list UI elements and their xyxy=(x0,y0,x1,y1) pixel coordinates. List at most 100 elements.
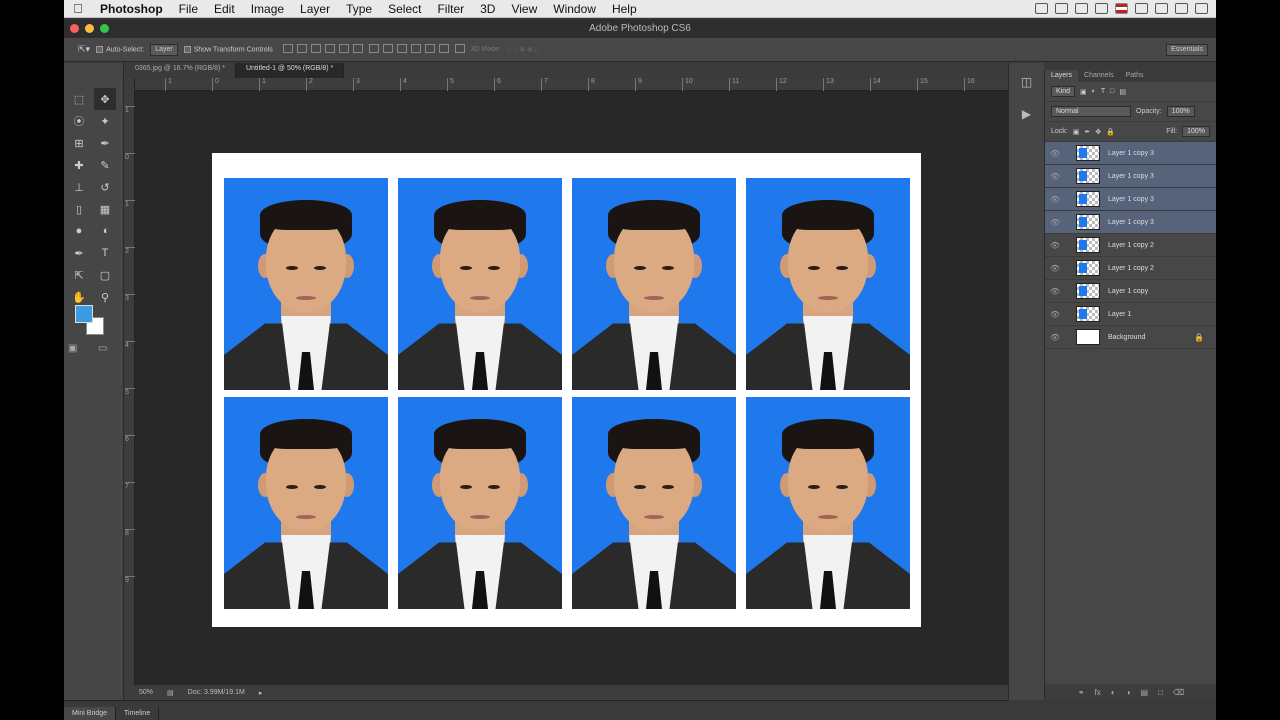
align-left-icon[interactable] xyxy=(324,44,335,53)
tab-timeline[interactable]: Timeline xyxy=(116,707,160,720)
magic-wand-icon[interactable]: ✦ xyxy=(94,110,116,132)
layer-row[interactable]: 👁 Layer 1 copy 3 xyxy=(1045,165,1216,188)
lock-pixels-icon[interactable]: ▣ xyxy=(1073,128,1080,136)
screen-record-icon[interactable] xyxy=(1035,3,1048,14)
distribute-left-icon[interactable] xyxy=(410,44,421,53)
add-mask-icon[interactable]: ◐ xyxy=(1111,688,1116,697)
filter-type-icon[interactable]: T xyxy=(1101,88,1105,95)
filter-shape-icon[interactable]: □ xyxy=(1110,88,1114,95)
align-vcenter-icon[interactable] xyxy=(296,44,307,53)
canvas[interactable] xyxy=(212,153,921,627)
list-icon[interactable] xyxy=(1195,3,1208,14)
menu-layer[interactable]: Layer xyxy=(292,2,338,16)
tab-layers[interactable]: Layers xyxy=(1045,70,1079,82)
tab-untitled-1[interactable]: Untitled-1 @ 50% (RGB/8) * xyxy=(236,63,345,78)
export-icon[interactable]: ▤ xyxy=(167,689,174,697)
dodge-tool-icon[interactable]: ◖ xyxy=(94,220,116,242)
menu-file[interactable]: File xyxy=(171,2,206,16)
auto-select-dropdown[interactable]: Layer xyxy=(150,43,178,56)
zoom-level[interactable]: 50% xyxy=(139,689,153,696)
eye-icon[interactable]: 👁 xyxy=(1048,241,1062,250)
eye-icon[interactable]: 👁 xyxy=(1048,287,1062,296)
distribute-right-icon[interactable] xyxy=(438,44,449,53)
auto-align-icon[interactable] xyxy=(454,44,465,53)
gradient-tool-icon[interactable]: ▦ xyxy=(94,198,116,220)
filter-smart-icon[interactable]: ▤ xyxy=(1119,88,1126,96)
filter-kind-dropdown[interactable]: Kind xyxy=(1051,86,1076,97)
menu-type[interactable]: Type xyxy=(338,2,380,16)
layer-row[interactable]: 👁 Background 🔒 xyxy=(1045,326,1216,349)
menu-image[interactable]: Image xyxy=(243,2,292,16)
path-selection-icon[interactable]: ⇱ xyxy=(68,264,90,286)
distribute-bottom-icon[interactable] xyxy=(396,44,407,53)
distribute-vcenter-icon[interactable] xyxy=(382,44,393,53)
layer-row[interactable]: 👁 Layer 1 copy 2 xyxy=(1045,234,1216,257)
lock-all-icon[interactable]: 🔒 xyxy=(1106,128,1115,136)
user-icon[interactable] xyxy=(1135,3,1148,14)
search-icon[interactable] xyxy=(1175,3,1188,14)
align-hcenter-icon[interactable] xyxy=(338,44,349,53)
filter-pixel-icon[interactable]: ▣ xyxy=(1080,88,1087,96)
lock-position-icon[interactable]: ✥ xyxy=(1095,128,1101,136)
clock-icon[interactable] xyxy=(1155,3,1168,14)
auto-select-checkbox[interactable]: Auto-Select: xyxy=(96,45,144,53)
distribute-hcenter-icon[interactable] xyxy=(424,44,435,53)
fill-input[interactable]: 100% xyxy=(1182,126,1210,137)
filter-adjust-icon[interactable]: ◐ xyxy=(1092,88,1096,95)
menu-3d[interactable]: 3D xyxy=(472,2,503,16)
rectangle-tool-icon[interactable]: ▢ xyxy=(94,264,116,286)
blend-mode-dropdown[interactable]: Normal xyxy=(1051,106,1131,117)
clone-stamp-icon[interactable]: ⊥ xyxy=(68,176,90,198)
pen-tool-icon[interactable]: ✒ xyxy=(68,242,90,264)
layer-row[interactable]: 👁 Layer 1 copy 2 xyxy=(1045,257,1216,280)
distribute-top-icon[interactable] xyxy=(368,44,379,53)
tab-channels[interactable]: Channels xyxy=(1078,70,1120,82)
eye-icon[interactable]: 👁 xyxy=(1048,333,1062,342)
new-group-icon[interactable]: ▤ xyxy=(1140,688,1148,697)
menu-app[interactable]: Photoshop xyxy=(92,2,171,16)
menu-filter[interactable]: Filter xyxy=(429,2,472,16)
menu-view[interactable]: View xyxy=(503,2,545,16)
status-menu-arrow-icon[interactable]: ▸ xyxy=(259,689,263,697)
layer-style-icon[interactable]: fx xyxy=(1095,688,1101,697)
blur-tool-icon[interactable]: ● xyxy=(68,220,90,242)
history-icon[interactable]: ◫ xyxy=(1015,75,1039,95)
screen-mode-icon[interactable]: ▭ xyxy=(98,343,107,354)
layer-row[interactable]: 👁 Layer 1 copy 3 xyxy=(1045,142,1216,165)
flag-icon[interactable] xyxy=(1115,3,1128,14)
layer-row[interactable]: 👁 Layer 1 copy 3 xyxy=(1045,188,1216,211)
layer-row[interactable]: 👁 Layer 1 copy xyxy=(1045,280,1216,303)
layer-row[interactable]: 👁 Layer 1 copy 3 xyxy=(1045,211,1216,234)
battery-icon[interactable] xyxy=(1055,3,1068,14)
type-tool-icon[interactable]: T xyxy=(94,242,116,264)
foreground-color-swatch[interactable] xyxy=(75,305,93,323)
align-right-icon[interactable] xyxy=(352,44,363,53)
adjustment-layer-icon[interactable]: ◑ xyxy=(1126,688,1131,697)
eye-icon[interactable]: 👁 xyxy=(1048,149,1062,158)
align-bottom-icon[interactable] xyxy=(310,44,321,53)
quick-mask-icon[interactable]: ▣ xyxy=(68,343,77,354)
healing-brush-icon[interactable]: ✚ xyxy=(68,154,90,176)
zoom-tool-icon[interactable]: ⚲ xyxy=(94,286,116,308)
lock-brush-icon[interactable]: ✒ xyxy=(1084,128,1090,136)
menu-window[interactable]: Window xyxy=(545,2,604,16)
play-actions-icon[interactable]: ▶ xyxy=(1015,107,1039,127)
lasso-tool-icon[interactable]: ⦿ xyxy=(68,110,90,132)
menu-select[interactable]: Select xyxy=(380,2,429,16)
apple-icon[interactable]:  xyxy=(64,1,92,16)
move-tool-icon[interactable]: ✥ xyxy=(94,88,116,110)
link-layers-icon[interactable]: ⚭ xyxy=(1078,688,1085,697)
brush-tool-icon[interactable]: ✎ xyxy=(94,154,116,176)
new-layer-icon[interactable]: □ xyxy=(1158,688,1163,697)
history-brush-icon[interactable]: ↺ xyxy=(94,176,116,198)
menu-help[interactable]: Help xyxy=(604,2,645,16)
tab-mini-bridge[interactable]: Mini Bridge xyxy=(64,707,117,720)
eye-icon[interactable]: 👁 xyxy=(1048,195,1062,204)
eye-icon[interactable]: 👁 xyxy=(1048,218,1062,227)
tab-0365-jpg[interactable]: 0365.jpg @ 16.7% (RGB/8) * xyxy=(125,63,236,78)
tab-paths[interactable]: Paths xyxy=(1120,70,1150,82)
eye-icon[interactable]: 👁 xyxy=(1048,172,1062,181)
eye-icon[interactable]: 👁 xyxy=(1048,310,1062,319)
eye-icon[interactable]: 👁 xyxy=(1048,264,1062,273)
crop-tool-icon[interactable]: ⊞ xyxy=(68,132,90,154)
